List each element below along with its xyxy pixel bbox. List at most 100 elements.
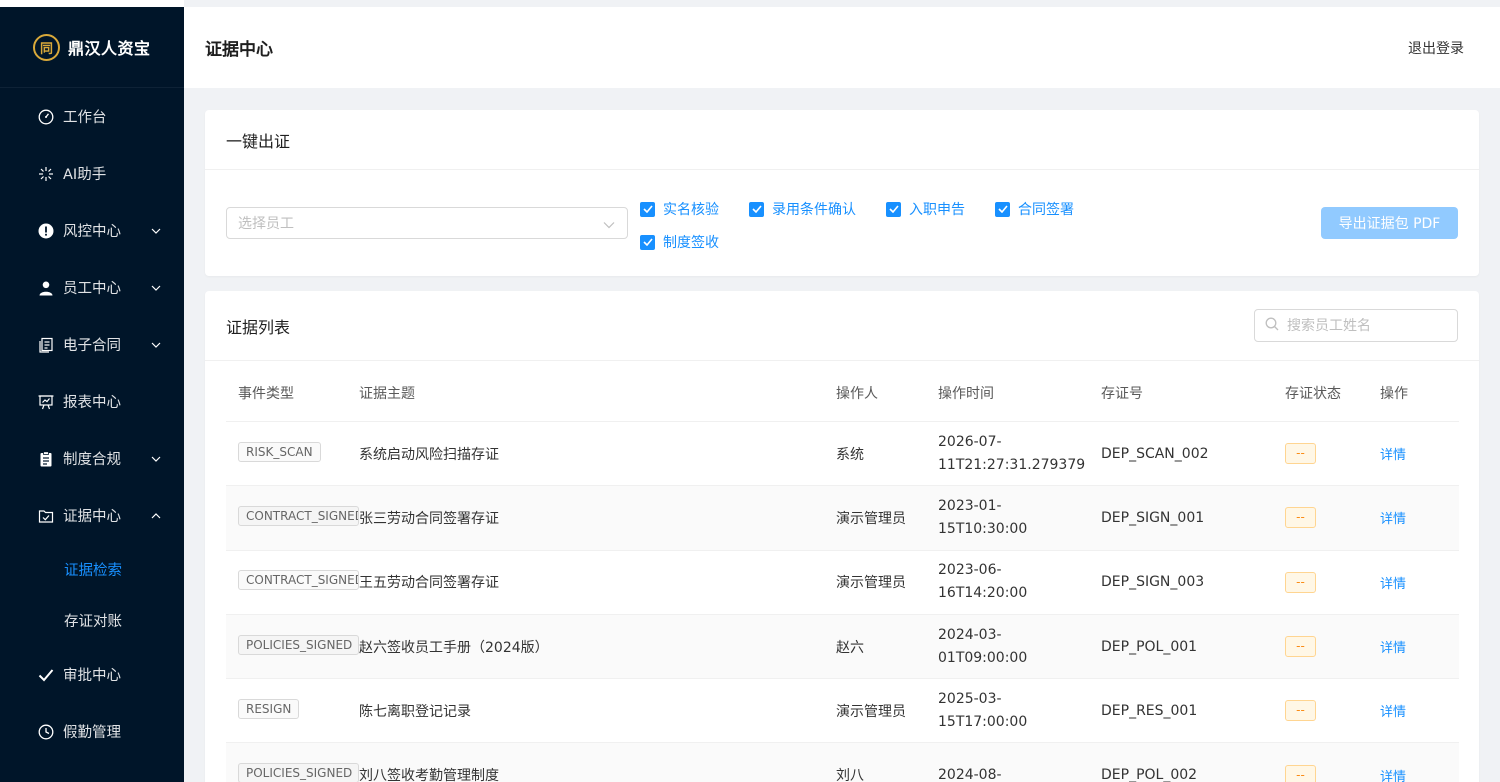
sidebar-item-ai[interactable]: AI助手 (0, 145, 184, 202)
evidence-table: 事件类型 证据主题 操作人 操作时间 存证号 存证状态 操作 RISK_SCAN… (226, 381, 1459, 782)
search-input[interactable] (1287, 317, 1447, 334)
chevron-up-icon (150, 510, 162, 522)
checkbox-realname-verify[interactable]: 实名核验 (640, 198, 719, 220)
column-header: 证据主题 (359, 386, 415, 402)
operator: 赵六 (836, 639, 864, 656)
sidebar-item-approval[interactable]: 审批中心 (0, 646, 184, 703)
column-header: 操作时间 (938, 386, 994, 402)
chevron-down-icon (150, 339, 162, 351)
sidebar-subitem-evidence-search[interactable]: 证据检索 (0, 544, 184, 595)
operator: 演示管理员 (836, 510, 906, 527)
time-line-2: 15T10:30:00 (938, 520, 1028, 537)
detail-link[interactable]: 详情 (1380, 448, 1406, 463)
contract-icon (37, 336, 55, 354)
time-line-1: 2023-06- (938, 562, 1002, 579)
time-line-1: 2023-01- (938, 497, 1002, 514)
event-type-tag: POLICIES_SIGNED (238, 763, 359, 782)
checkbox-label: 制度签收 (663, 235, 719, 251)
event-type-tag: RESIGN (238, 698, 300, 719)
deposit-id: DEP_SIGN_001 (1101, 509, 1205, 526)
sidebar-item-label: 制度合规 (63, 452, 121, 468)
sidebar-item-employee[interactable]: 员工中心 (0, 259, 184, 316)
check-icon (37, 666, 55, 684)
sidebar-item-attendance[interactable]: 假勤管理 (0, 703, 184, 760)
logout-button[interactable]: 退出登录 (1408, 38, 1464, 58)
status-badge: -- (1285, 764, 1316, 782)
checkbox-label: 入职申告 (909, 202, 965, 218)
deposit-id: DEP_POL_001 (1101, 638, 1198, 655)
card-title: 一键出证 (226, 131, 291, 151)
event-type-tag: CONTRACT_SIGNED (238, 570, 359, 591)
operation-time: 2024-08- (938, 764, 1101, 782)
detail-link[interactable]: 详情 (1380, 577, 1406, 592)
sidebar-item-workbench[interactable]: 工作台 (0, 88, 184, 145)
evidence-icon (37, 507, 55, 525)
alert-circle-icon (37, 222, 55, 240)
export-pdf-button[interactable]: 导出证据包 PDF (1321, 207, 1458, 239)
brand-logo-icon: 同 (33, 33, 60, 61)
checkbox-checked-icon (640, 234, 655, 250)
sidebar-item-evidence[interactable]: 证据中心 (0, 487, 184, 544)
evidence-subject: 赵六签收员工手册（2024版） (359, 639, 549, 656)
evidence-type-checkboxes: 实名核验 录用条件确认 入职申告 合同签署 制度签收 (640, 198, 1110, 253)
operation-time: 2024-03- 01T09:00:00 (938, 624, 1101, 670)
employee-select[interactable]: 选择员工 (226, 207, 628, 239)
checkbox-contract-signing[interactable]: 合同签署 (995, 198, 1074, 220)
sidebar: 同 鼎汉人资宝 工作台 AI助手 风控中心 员工中心 电子合同 报表中心 制度合… (0, 0, 184, 782)
status-badge: -- (1285, 571, 1316, 593)
event-type-tag: CONTRACT_SIGNED (238, 505, 359, 526)
checkbox-checked-icon (886, 201, 901, 217)
deposit-id: DEP_POL_002 (1101, 767, 1198, 782)
detail-link[interactable]: 详情 (1380, 705, 1406, 720)
checkbox-checked-icon (640, 201, 655, 217)
sidebar-item-contract[interactable]: 电子合同 (0, 316, 184, 373)
time-line-1: 2024-08- (938, 766, 1002, 782)
clipboard-icon (37, 450, 55, 468)
deposit-id: DEP_RES_001 (1101, 702, 1198, 719)
checkbox-label: 录用条件确认 (772, 202, 856, 218)
detail-link[interactable]: 详情 (1380, 770, 1406, 782)
table-row: CONTRACT_SIGNED 王五劳动合同签署存证 演示管理员 2023-06… (226, 551, 1459, 615)
table-row: POLICIES_SIGNED 刘八签收考勤管理制度 刘八 2024-08- D… (226, 743, 1459, 782)
checkbox-checked-icon (995, 201, 1010, 217)
evidence-subject: 张三劳动合同签署存证 (359, 510, 499, 527)
brand[interactable]: 同 鼎汉人资宝 (0, 7, 184, 88)
status-badge: -- (1285, 636, 1316, 658)
sidebar-item-label: 风控中心 (63, 224, 121, 240)
operation-time: 2023-01- 15T10:30:00 (938, 495, 1101, 541)
operator: 刘八 (836, 768, 864, 782)
evidence-subject: 陈七离职登记记录 (359, 703, 471, 720)
detail-link[interactable]: 详情 (1380, 641, 1406, 656)
column-header: 操作人 (836, 386, 878, 402)
sidebar-item-label: 审批中心 (63, 668, 121, 684)
evidence-subject: 王五劳动合同签署存证 (359, 575, 499, 592)
chevron-down-icon (150, 282, 162, 294)
table-row: RESIGN 陈七离职登记记录 演示管理员 2025-03- 15T17:00:0… (226, 679, 1459, 744)
checkbox-policy-receipt[interactable]: 制度签收 (640, 231, 719, 253)
column-header: 存证状态 (1285, 386, 1341, 402)
detail-link[interactable]: 详情 (1380, 512, 1406, 527)
checkbox-onboarding-declaration[interactable]: 入职申告 (886, 198, 965, 220)
operator: 演示管理员 (836, 575, 906, 592)
column-header: 操作 (1380, 386, 1408, 402)
time-line-2: 11T21:27:31.279379 (938, 456, 1086, 473)
employee-search-box[interactable] (1254, 309, 1458, 342)
table-header: 事件类型 证据主题 操作人 操作时间 存证号 存证状态 操作 (226, 381, 1459, 422)
sidebar-item-policy[interactable]: 制度合规 (0, 430, 184, 487)
event-type-tag: RISK_SCAN (238, 441, 321, 462)
sidebar-menu: 工作台 AI助手 风控中心 员工中心 电子合同 报表中心 制度合规 证据中心 证… (0, 88, 184, 760)
sidebar-item-risk[interactable]: 风控中心 (0, 202, 184, 259)
column-header: 存证号 (1101, 386, 1143, 402)
time-line-1: 2024-03- (938, 626, 1002, 643)
sidebar-item-label: 员工中心 (63, 281, 121, 297)
checkbox-hiring-condition[interactable]: 录用条件确认 (749, 198, 856, 220)
select-placeholder: 选择员工 (238, 216, 294, 232)
sidebar-item-label: 证据中心 (63, 509, 121, 525)
page-title: 证据中心 (205, 40, 273, 60)
evidence-subject: 系统启动风险扫描存证 (359, 446, 499, 463)
issue-form: 选择员工 实名核验 录用条件确认 入职申告 合同签署 制度签收 导出证据包 PD… (205, 170, 1479, 276)
sparkle-icon (37, 165, 55, 183)
sidebar-subitem-deposit-ledger[interactable]: 存证对账 (0, 595, 184, 646)
status-badge: -- (1285, 443, 1316, 465)
sidebar-item-report[interactable]: 报表中心 (0, 373, 184, 430)
